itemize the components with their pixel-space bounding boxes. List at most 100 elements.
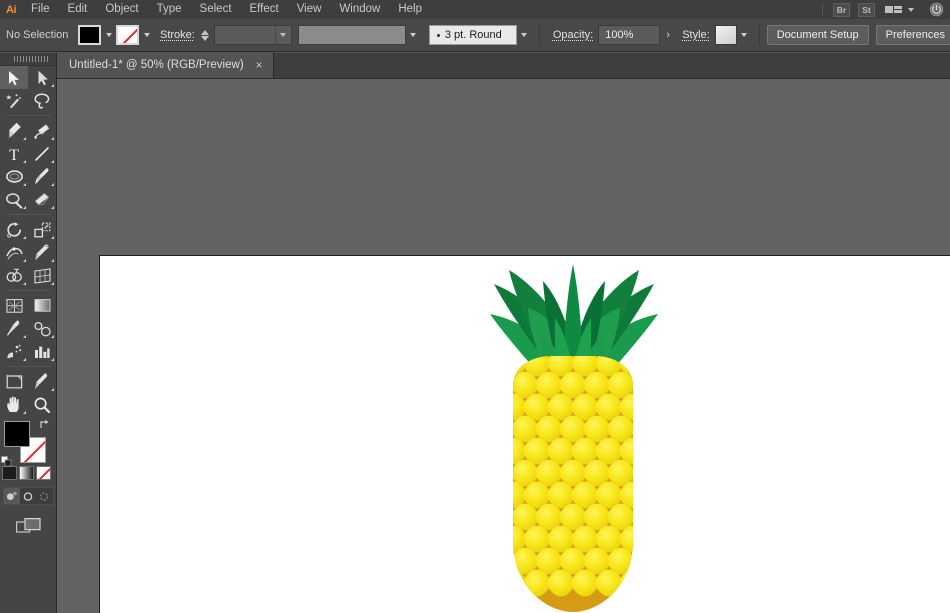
menu-window[interactable]: Window <box>330 0 389 19</box>
power-icon[interactable] <box>926 0 946 19</box>
color-mode-icon[interactable] <box>2 466 17 480</box>
gradient-mode-icon[interactable] <box>19 466 34 480</box>
paint-mode-buttons <box>0 466 57 481</box>
rotate-tool[interactable] <box>0 218 28 241</box>
shape-builder-tool[interactable] <box>0 264 28 287</box>
stroke-weight-stepper[interactable] <box>200 25 211 45</box>
change-screen-mode-icon[interactable] <box>0 511 57 541</box>
tools-panel: T <box>0 53 57 613</box>
tools-panel-drag-handle[interactable] <box>0 53 56 66</box>
stroke-color-swatch[interactable] <box>116 25 139 45</box>
selection-tool[interactable] <box>0 66 28 89</box>
menu-effect[interactable]: Effect <box>241 0 288 19</box>
swap-fill-stroke-icon[interactable] <box>39 419 50 430</box>
selection-status-label: No Selection <box>6 29 69 41</box>
drawing-modes-group <box>2 487 54 505</box>
style-label: Style: <box>682 29 710 41</box>
stroke-profile-field[interactable] <box>297 25 406 45</box>
preferences-button[interactable]: Preferences <box>875 25 950 45</box>
menu-file[interactable]: File <box>22 0 59 19</box>
control-bar: No Selection Stroke: 3 pt. Round Opacity… <box>0 19 950 52</box>
curvature-tool[interactable] <box>28 119 56 142</box>
menu-type[interactable]: Type <box>148 0 191 19</box>
fill-color-swatch[interactable] <box>78 25 101 45</box>
fill-color-swatch[interactable] <box>4 421 30 447</box>
fill-swatch-chevron-down-icon[interactable] <box>101 25 116 45</box>
menu-divider <box>822 3 823 16</box>
draw-normal-icon[interactable] <box>3 488 20 504</box>
menu-select[interactable]: Select <box>191 0 241 19</box>
blend-tool[interactable] <box>28 317 56 340</box>
stroke-swatch-chevron-down-icon[interactable] <box>139 25 154 45</box>
stroke-weight-label: Stroke: <box>160 29 195 41</box>
eraser-tool[interactable] <box>28 188 56 211</box>
pineapple-scales <box>513 356 633 597</box>
shaper-tool[interactable] <box>0 188 28 211</box>
slice-tool[interactable] <box>28 370 56 393</box>
pineapple-body <box>513 356 633 612</box>
brush-preview-icon <box>436 33 440 37</box>
artboard-tool[interactable] <box>0 370 28 393</box>
symbol-sprayer-tool[interactable] <box>0 340 28 363</box>
scale-tool[interactable] <box>28 218 56 241</box>
tool-divider-1 <box>0 112 57 119</box>
default-fill-stroke-icon[interactable] <box>1 456 12 467</box>
brush-definition-chevron-down-icon[interactable] <box>517 25 532 45</box>
brush-definition-field[interactable]: 3 pt. Round <box>428 25 517 45</box>
type-tool[interactable]: T <box>0 142 28 165</box>
menu-edit[interactable]: Edit <box>59 0 97 19</box>
draw-inside-icon[interactable] <box>36 488 52 504</box>
document-setup-button[interactable]: Document Setup <box>766 25 869 45</box>
stock-icon[interactable]: St <box>858 2 875 17</box>
document-tab-bar: Untitled-1* @ 50% (RGB/Preview) × <box>57 52 950 79</box>
mesh-tool[interactable] <box>0 294 28 317</box>
paintbrush-tool[interactable] <box>28 165 56 188</box>
brush-definition-value: 3 pt. Round <box>444 29 502 41</box>
document-tab[interactable]: Untitled-1* @ 50% (RGB/Preview) × <box>57 52 274 78</box>
pen-tool[interactable] <box>0 119 28 142</box>
menu-bar-right-cluster: Br St <box>816 0 950 19</box>
canvas-area[interactable] <box>57 79 950 613</box>
lasso-tool[interactable] <box>28 89 56 112</box>
width-tool[interactable] <box>0 241 28 264</box>
menu-bar: Ai File Edit Object Type Select Effect V… <box>0 0 950 19</box>
hand-tool[interactable] <box>0 393 28 416</box>
bridge-icon[interactable]: Br <box>833 2 850 17</box>
direct-selection-tool[interactable] <box>28 66 56 89</box>
menu-object[interactable]: Object <box>96 0 147 19</box>
ellipse-tool[interactable] <box>0 165 28 188</box>
style-chevron-down-icon[interactable] <box>737 25 752 45</box>
eyedropper-tool[interactable] <box>0 317 28 340</box>
zoom-tool[interactable] <box>28 393 56 416</box>
menu-view[interactable]: View <box>288 0 331 19</box>
graphic-style-swatch[interactable] <box>714 25 737 45</box>
artboard[interactable] <box>99 255 950 613</box>
opacity-expand-icon[interactable]: › <box>660 25 676 45</box>
svg-text:T: T <box>9 147 19 164</box>
magic-wand-tool[interactable] <box>0 89 28 112</box>
line-segment-tool[interactable] <box>28 142 56 165</box>
draw-behind-icon[interactable] <box>20 488 36 504</box>
arrange-chevron-down-icon[interactable] <box>908 7 914 12</box>
stroke-profile-chevron-down-icon[interactable] <box>406 25 421 45</box>
tool-grid: T <box>0 66 57 416</box>
control-bar-divider <box>538 25 540 45</box>
free-transform-tool[interactable] <box>28 241 56 264</box>
pineapple-illustration[interactable] <box>100 256 950 613</box>
perspective-grid-tool[interactable] <box>28 264 56 287</box>
none-mode-icon[interactable] <box>36 466 51 480</box>
tool-divider-2 <box>0 211 57 218</box>
arrange-documents-icon[interactable] <box>885 3 903 16</box>
app-logo-icon: Ai <box>6 3 17 16</box>
stroke-weight-field[interactable] <box>213 25 292 45</box>
tool-divider-3 <box>0 287 57 294</box>
control-bar-divider-2 <box>758 25 760 45</box>
opacity-value: 100% <box>605 29 634 41</box>
tool-divider-4 <box>0 363 57 370</box>
column-graph-tool[interactable] <box>28 340 56 363</box>
gradient-tool[interactable] <box>28 294 56 317</box>
stroke-weight-chevron-down-icon[interactable] <box>274 26 291 44</box>
close-icon[interactable]: × <box>254 59 265 71</box>
opacity-field[interactable]: 100% <box>598 25 661 45</box>
menu-help[interactable]: Help <box>389 0 431 19</box>
